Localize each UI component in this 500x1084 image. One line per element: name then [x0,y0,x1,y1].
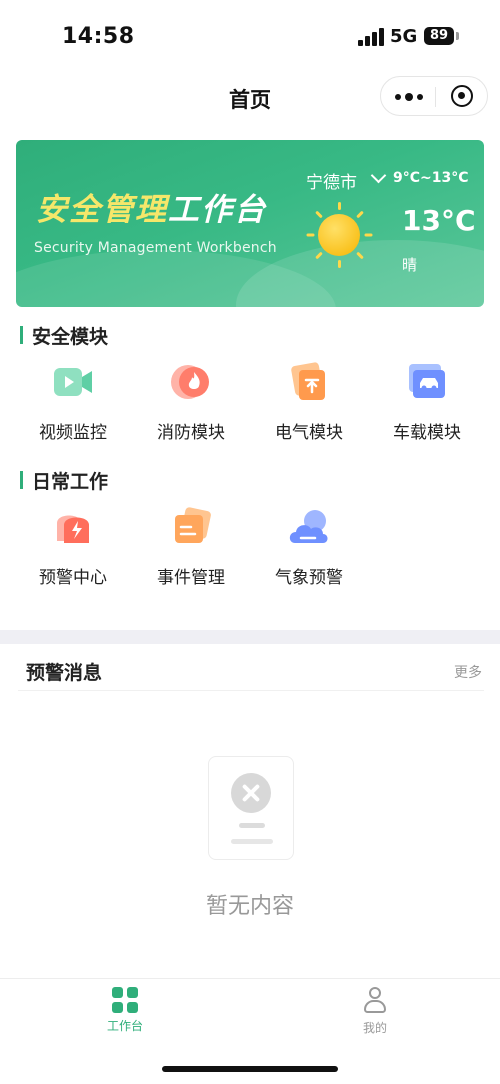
alert-more-link[interactable]: 更多 [454,662,482,682]
tab-label: 我的 [362,1021,387,1035]
module-alarm-center[interactable]: 预警中心 [18,507,128,588]
network-label: 5G [390,26,418,47]
tab-label: 工作台 [106,1019,143,1033]
car-icon [405,362,449,402]
empty-state-text: 暂无内容 [205,894,294,919]
chevron-down-icon[interactable] [370,167,387,184]
section-title-safety: 安全模块 [20,322,108,349]
document-icon [169,507,213,547]
divider [18,690,484,691]
weather-condition: 晴 [402,256,418,274]
person-icon [362,987,388,1015]
signal-icon [358,28,384,46]
banner-title-part1: 安全管理 [36,192,168,228]
home-indicator [162,1066,338,1072]
tab-mine[interactable]: 我的 [315,987,435,1036]
banner-title: 安全管理工作台 [36,184,267,229]
battery-icon: 89 [424,27,454,45]
close-circle-icon [231,773,271,813]
status-bar: 14:58 5G 89 [0,0,500,70]
empty-state-icon [208,756,294,860]
module-vehicle[interactable]: 车载模块 [372,362,482,443]
more-icon[interactable] [395,89,423,105]
mini-program-capsule [380,76,488,116]
banner-subtitle: Security Management Workbench [34,240,277,256]
temperature-range: 9°C~13°C [393,170,469,186]
module-weather-warning[interactable]: 气象预警 [254,507,364,588]
banner-title-part2: 工作台 [168,192,267,228]
module-label: 气象预警 [275,568,343,588]
video-icon [51,362,95,402]
tab-workbench[interactable]: 工作台 [65,987,185,1034]
close-mini-program-icon[interactable] [451,85,473,107]
sun-icon [306,202,373,268]
electric-icon [287,362,331,402]
cloud-icon [287,507,331,547]
module-label: 车载模块 [393,423,461,443]
current-temperature: 13°C [402,204,476,237]
module-video-monitor[interactable]: 视频监控 [18,362,128,443]
section-title-daily: 日常工作 [20,467,108,494]
module-fire[interactable]: 消防模块 [136,362,246,443]
workbench-banner: 安全管理工作台 Security Management Workbench 宁德… [16,140,484,307]
capsule-divider [435,87,436,107]
module-label: 视频监控 [39,423,107,443]
module-label: 预警中心 [39,568,107,588]
status-time: 14:58 [62,24,135,49]
fire-icon [169,362,213,402]
alarm-icon [51,507,95,547]
module-label: 电气模块 [275,423,343,443]
grid-icon [112,987,138,1013]
section-divider [0,630,500,644]
module-label: 消防模块 [157,423,225,443]
module-label: 事件管理 [157,568,225,588]
alert-section-title: 预警消息 [26,662,103,684]
battery-tip [456,32,459,40]
module-electric[interactable]: 电气模块 [254,362,364,443]
module-event-management[interactable]: 事件管理 [136,507,246,588]
city-selector[interactable]: 宁德市 [306,168,357,193]
